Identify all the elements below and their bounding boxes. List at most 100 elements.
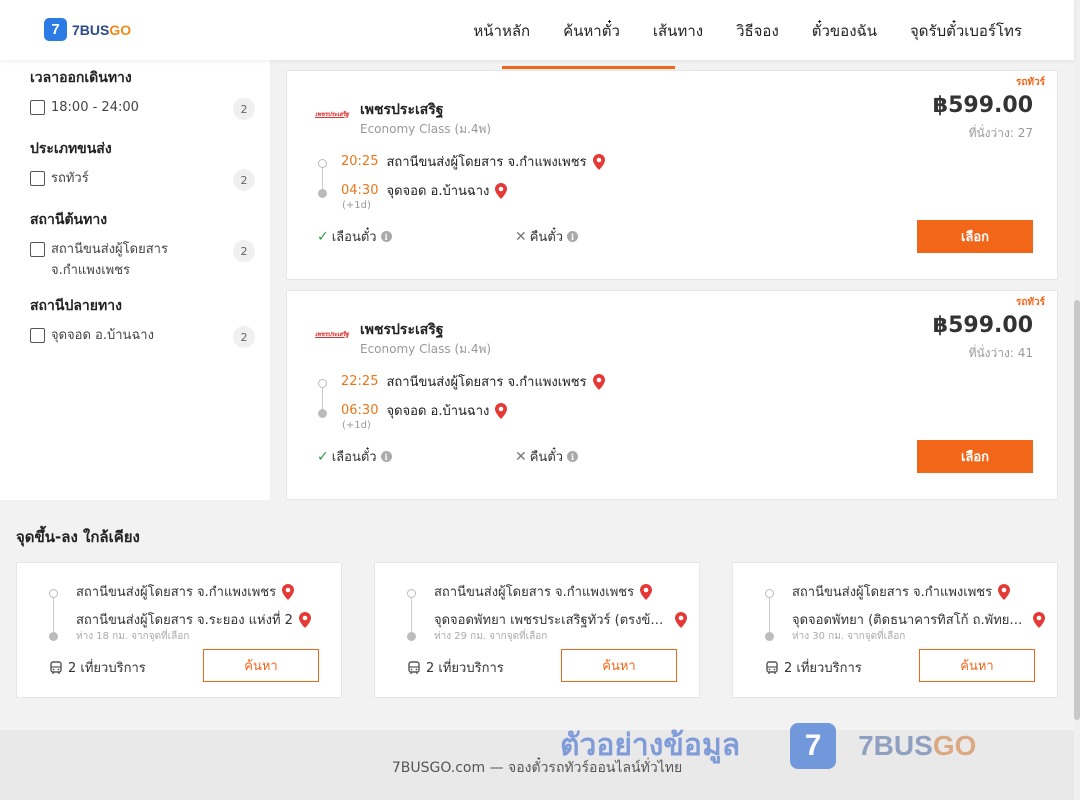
nav-search-tickets[interactable]: ค้นหาตั๋ว — [563, 19, 620, 43]
map-pin-icon[interactable] — [998, 583, 1011, 600]
map-pin-icon[interactable] — [1033, 611, 1045, 628]
map-pin-icon[interactable] — [282, 583, 295, 600]
nearby-origin: สถานีขนส่งผู้โดยสาร จ.กำแพงเพชร — [76, 581, 295, 602]
departure-stop: 22:25 สถานีขนส่งผู้โดยสาร จ.กำแพงเพชร — [341, 371, 605, 392]
filter-option[interactable]: 18:00 - 24:00 2 — [30, 98, 255, 120]
map-pin-icon[interactable] — [592, 373, 605, 390]
checkbox[interactable] — [30, 171, 45, 186]
bus-icon — [766, 660, 778, 674]
nav-how-to-book[interactable]: วิธีจอง — [736, 19, 779, 43]
checkbox[interactable] — [30, 328, 45, 343]
timeline-end-dot — [765, 632, 774, 641]
site-header: 7 7BUSGO หน้าหลัก ค้นหาตั๋ว เส้นทาง วิธี… — [0, 0, 1074, 60]
count-badge: 2 — [233, 326, 255, 348]
nearby-section-title: จุดขึ้น-ลง ใกล้เคียง — [16, 528, 140, 546]
nearby-trip-count-label: 2 เที่ยวบริการ — [426, 661, 504, 676]
nearby-search-button[interactable]: ค้นหา — [919, 649, 1035, 682]
nearby-destination: สถานีขนส่งผู้โดยสาร จ.ระยอง แห่งที่ 2 — [76, 609, 311, 630]
seats-available: ที่นั่งว่าง: 41 — [968, 346, 1033, 360]
filter-option[interactable]: รถทัวร์ 2 — [30, 169, 255, 191]
map-pin-icon[interactable] — [495, 402, 508, 419]
timeline-end-dot — [49, 632, 58, 641]
nearby-card: สถานีขนส่งผู้โดยสาร จ.กำแพงเพชร จุดจอดพั… — [732, 562, 1058, 698]
timeline-end-dot — [318, 409, 327, 418]
nearby-destination: จุดจอดพัทยา เพชรประเสริฐทัวร์ (ตรงข้ามโร… — [434, 609, 687, 630]
scrollbar-thumb[interactable] — [1074, 300, 1080, 720]
nearby-search-button[interactable]: ค้นหา — [203, 649, 319, 682]
departure-stop: 20:25 สถานีขนส่งผู้โดยสาร จ.กำแพงเพชร — [341, 151, 605, 172]
feature-refund: ✕ คืนตั๋ว i — [515, 446, 579, 467]
timeline-start-dot — [765, 589, 774, 598]
operator-name: เพชรประเสริฐ — [360, 322, 444, 338]
timeline-line — [769, 598, 770, 633]
checkbox[interactable] — [30, 100, 45, 115]
arrival-station: จุดจอด อ.บ้านฉาง — [386, 184, 490, 199]
transport-type-tag: รถทัวร์ — [1015, 297, 1045, 308]
filter-option[interactable]: สถานีขนส่งผู้โดยสาร จ.กำแพงเพชร 2 — [30, 240, 255, 281]
map-pin-icon[interactable] — [495, 182, 508, 199]
info-icon[interactable]: i — [380, 451, 392, 462]
feature-label: เลือนตั๋ว — [331, 230, 377, 245]
select-trip-button[interactable]: เลือก — [917, 220, 1033, 253]
route-timeline — [49, 589, 58, 641]
seat-class: Economy Class (ม.4พ) — [360, 122, 492, 136]
select-trip-button[interactable]: เลือก — [917, 440, 1033, 473]
logo-badge: 7 — [44, 18, 67, 41]
feature-label: คืนตั๋ว — [529, 230, 564, 245]
map-pin-icon[interactable] — [298, 611, 311, 628]
nearby-trip-count: 2 เที่ยวบริการ — [407, 657, 504, 678]
timeline-start-dot — [407, 589, 416, 598]
timeline-line — [53, 598, 54, 633]
map-pin-icon[interactable] — [640, 583, 653, 600]
filter-title: สถานีต้นทาง — [30, 212, 108, 228]
departure-station: สถานีขนส่งผู้โดยสาร จ.กำแพงเพชร — [386, 155, 587, 170]
nav-my-tickets[interactable]: ตั๋วของฉัน — [812, 19, 877, 43]
nearby-distance: ห่าง 18 กม. จากจุดที่เลือก — [76, 631, 190, 642]
nearby-search-button[interactable]: ค้นหา — [561, 649, 677, 682]
filter-title: สถานีปลายทาง — [30, 298, 122, 314]
info-icon[interactable]: i — [380, 231, 392, 242]
nearby-trip-count: 2 เที่ยวบริการ — [765, 657, 862, 678]
checkbox[interactable] — [30, 242, 45, 257]
nearby-destination: จุดจอดพัทยา (ติดธนาคารทิสโก้ ถ.พัทยาใต้) — [792, 609, 1045, 630]
check-icon: ✓ — [317, 228, 329, 245]
seat-class: Economy Class (ม.4พ) — [360, 342, 492, 356]
operator-name: เพชรประเสริฐ — [360, 102, 444, 118]
info-icon[interactable]: i — [567, 451, 579, 462]
nearby-destination-label: สถานีขนส่งผู้โดยสาร จ.ระยอง แห่งที่ 2 — [76, 613, 293, 628]
filter-option-label: 18:00 - 24:00 — [51, 100, 139, 115]
page-scrollbar[interactable] — [1074, 0, 1080, 800]
map-pin-icon[interactable] — [675, 611, 687, 628]
logo[interactable]: 7 7BUSGO — [44, 18, 131, 41]
timeline-end-dot — [318, 189, 327, 198]
timeline-line — [322, 388, 323, 410]
info-icon[interactable]: i — [567, 231, 579, 242]
bus-icon — [408, 660, 420, 674]
filter-option[interactable]: จุดจอด อ.บ้านฉาง 2 — [30, 326, 255, 348]
operator-logo: เพชรประเสริฐ — [315, 331, 349, 338]
filter-group-destination-station: สถานีปลายทาง จุดจอด อ.บ้านฉาง 2 — [30, 295, 255, 348]
bus-icon — [50, 660, 62, 674]
seats-available: ที่นั่งว่าง: 27 — [968, 126, 1033, 140]
nav-home[interactable]: หน้าหลัก — [473, 19, 530, 43]
nearby-trip-count: 2 เที่ยวบริการ — [49, 657, 146, 678]
map-pin-icon[interactable] — [592, 153, 605, 170]
route-timeline — [318, 379, 327, 418]
transport-type-tag: รถทัวร์ — [1015, 77, 1045, 88]
nearby-trip-count-label: 2 เที่ยวบริการ — [68, 661, 146, 676]
feature-seat-change: ✓ เลือนตั๋ว i — [317, 446, 392, 467]
logo-brand-go: GO — [109, 21, 132, 38]
arrival-stop: 06:30 จุดจอด อ.บ้านฉาง — [341, 400, 508, 421]
filter-title: ประเภทขนส่ง — [30, 141, 112, 157]
filter-group-transport-type: ประเภทขนส่ง รถทัวร์ 2 — [30, 138, 255, 191]
logo-brand: 7BUS — [72, 21, 110, 38]
nav-ticket-pickup[interactable]: จุดรับตั๋วเบอร์โทร — [910, 19, 1022, 43]
check-icon: ✓ — [317, 448, 329, 465]
nav-routes[interactable]: เส้นทาง — [653, 19, 703, 43]
nearby-trip-count-label: 2 เที่ยวบริการ — [784, 661, 862, 676]
nearby-origin-label: สถานีขนส่งผู้โดยสาร จ.กำแพงเพชร — [434, 585, 635, 600]
departure-time: 22:25 — [341, 374, 379, 389]
cross-icon: ✕ — [515, 448, 527, 465]
nearby-origin-label: สถานีขนส่งผู้โดยสาร จ.กำแพงเพชร — [792, 585, 993, 600]
route-timeline — [318, 159, 327, 198]
